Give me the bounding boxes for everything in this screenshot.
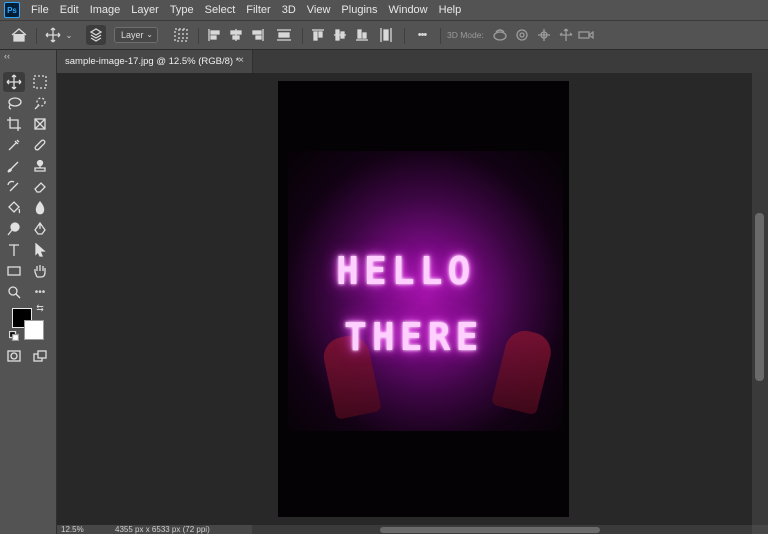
- align-center-icon[interactable]: [226, 25, 246, 45]
- bucket-icon[interactable]: [3, 198, 25, 218]
- collapse-icon[interactable]: ‹‹: [4, 51, 10, 61]
- 3d-mode-label: 3D Mode:: [447, 30, 484, 40]
- menu-plugins[interactable]: Plugins: [336, 4, 383, 16]
- align-top-icon[interactable]: [308, 25, 328, 45]
- distribute-icon[interactable]: [274, 25, 294, 45]
- menu-select[interactable]: Select: [200, 4, 242, 16]
- canvas-area[interactable]: HELLO THERE: [57, 73, 752, 525]
- chevron-down-icon[interactable]: ⌄: [64, 25, 74, 45]
- document-tab-title: sample-image-17.jpg @ 12.5% (RGB/8) *: [65, 56, 240, 67]
- close-icon[interactable]: ×: [238, 55, 244, 66]
- menu-layer[interactable]: Layer: [126, 4, 165, 16]
- orbit-icon[interactable]: [490, 25, 510, 45]
- pen-icon[interactable]: [29, 219, 51, 239]
- options-bar: ⌄ Layer ⌄ ••• 3D Mode:: [0, 20, 768, 50]
- dodge-icon[interactable]: [3, 219, 25, 239]
- separator: [198, 28, 199, 44]
- default-colors-icon[interactable]: [8, 330, 20, 342]
- menu-bar: Ps File Edit Image Layer Type Select Fil…: [0, 0, 768, 20]
- separator: [404, 28, 405, 44]
- neon-text-line1: HELLO: [336, 249, 476, 293]
- screenmode-icon[interactable]: [29, 346, 51, 366]
- zoom-icon[interactable]: [3, 282, 25, 302]
- photoshop-logo: Ps: [4, 2, 20, 18]
- eraser-icon[interactable]: [29, 177, 51, 197]
- eyedropper-icon[interactable]: [3, 135, 25, 155]
- align-right-icon[interactable]: [248, 25, 268, 45]
- horizontal-scroll-thumb[interactable]: [380, 527, 600, 533]
- quick-select-icon[interactable]: [29, 93, 51, 113]
- align-left-icon[interactable]: [204, 25, 224, 45]
- tools-panel: ‹‹ ••• ⇆: [0, 50, 57, 534]
- lasso-icon[interactable]: [3, 93, 25, 113]
- crop-icon[interactable]: [3, 114, 25, 134]
- auto-select-icon[interactable]: [86, 25, 106, 45]
- background-color-swatch[interactable]: [24, 320, 44, 340]
- separator: [36, 28, 37, 44]
- menu-view[interactable]: View: [302, 4, 337, 16]
- separator: [440, 28, 441, 44]
- hand-icon[interactable]: [29, 261, 51, 281]
- layer-select[interactable]: Layer ⌄: [114, 27, 158, 43]
- status-bar: 12.5% 4355 px x 6533 px (72 ppi): [57, 525, 768, 534]
- document-dimensions: 4355 px x 6533 px (72 ppi): [115, 525, 210, 534]
- neon-text-line2: THERE: [344, 315, 484, 359]
- path-select-icon[interactable]: [29, 240, 51, 260]
- separator: [302, 28, 303, 44]
- align-middle-icon[interactable]: [330, 25, 350, 45]
- zoom-level[interactable]: 12.5%: [61, 525, 84, 534]
- grid-icon[interactable]: [170, 25, 192, 45]
- rectangle-icon[interactable]: [3, 261, 25, 281]
- blur-icon[interactable]: [29, 198, 51, 218]
- type-icon[interactable]: [3, 240, 25, 260]
- scale-icon[interactable]: [576, 25, 596, 45]
- align-bottom-icon[interactable]: [352, 25, 372, 45]
- move-icon[interactable]: [3, 72, 25, 92]
- pan-icon[interactable]: [534, 25, 554, 45]
- layer-select-label: Layer: [121, 30, 144, 40]
- menu-type[interactable]: Type: [165, 4, 200, 16]
- slide-icon[interactable]: [556, 25, 576, 45]
- menu-help[interactable]: Help: [434, 4, 468, 16]
- brush-icon[interactable]: [3, 156, 25, 176]
- history-brush-icon[interactable]: [3, 177, 25, 197]
- more-tools-icon[interactable]: •••: [29, 282, 51, 302]
- swap-colors-icon[interactable]: ⇆: [34, 302, 46, 314]
- quickmask-icon[interactable]: [3, 346, 25, 366]
- stamp-icon[interactable]: [29, 156, 51, 176]
- vertical-scrollbar[interactable]: [752, 73, 768, 525]
- document-tab[interactable]: sample-image-17.jpg @ 12.5% (RGB/8) * ×: [57, 50, 253, 73]
- menu-edit[interactable]: Edit: [55, 4, 85, 16]
- menu-window[interactable]: Window: [384, 4, 434, 16]
- menu-file[interactable]: File: [26, 4, 55, 16]
- healing-icon[interactable]: [29, 135, 51, 155]
- more-icon[interactable]: •••: [410, 25, 434, 45]
- document-tabs: sample-image-17.jpg @ 12.5% (RGB/8) * ×: [57, 50, 768, 73]
- menu-filter[interactable]: Filter: [241, 4, 276, 16]
- horizontal-scrollbar[interactable]: [252, 525, 752, 534]
- chevron-down-icon: ⌄: [146, 30, 153, 39]
- marquee-icon[interactable]: [29, 72, 51, 92]
- home-icon[interactable]: [8, 25, 30, 45]
- menu-image[interactable]: Image: [85, 4, 127, 16]
- menu-3d[interactable]: 3D: [277, 4, 302, 16]
- vertical-scroll-thumb[interactable]: [755, 213, 764, 381]
- move-icon[interactable]: [42, 25, 64, 45]
- roll-icon[interactable]: [512, 25, 532, 45]
- document-image[interactable]: HELLO THERE: [278, 81, 569, 517]
- frame-icon[interactable]: [29, 114, 51, 134]
- distribute-vertical-icon[interactable]: [376, 25, 396, 45]
